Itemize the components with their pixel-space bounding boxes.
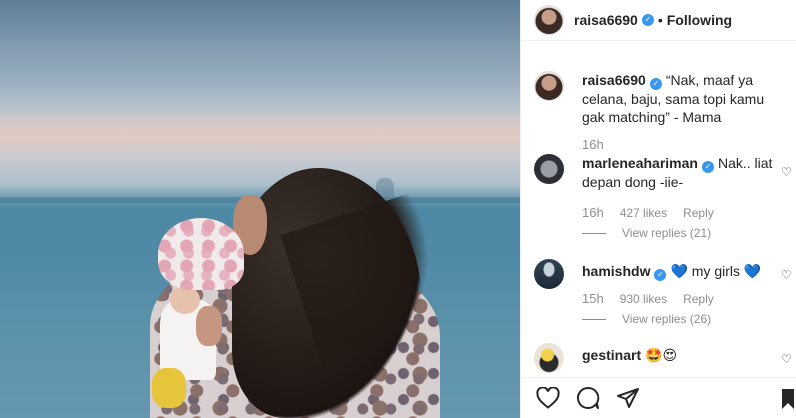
comment-meta: 15h 930 likes Reply: [582, 291, 714, 306]
comment-reply-button[interactable]: Reply: [683, 206, 714, 220]
separator-dot: •: [657, 12, 663, 28]
comment-like-heart-icon[interactable]: ♡: [781, 269, 793, 281]
view-replies[interactable]: View replies (21): [582, 226, 711, 240]
author-username[interactable]: raisa6690: [574, 12, 638, 28]
post-header: raisa6690 ✓ • Following: [521, 0, 796, 41]
heart-icon[interactable]: [535, 385, 561, 411]
comment-username[interactable]: hamishdw: [582, 263, 650, 279]
following-button[interactable]: Following: [667, 12, 732, 28]
comment-time[interactable]: 15h: [582, 291, 604, 306]
caption-username[interactable]: raisa6690: [582, 72, 646, 88]
comment-username[interactable]: marleneahariman: [582, 155, 698, 171]
baby-sun-hat: [158, 218, 244, 290]
caption-time[interactable]: 16h: [582, 137, 604, 152]
comment-row: gestinart 🤩😍 ♡: [534, 343, 796, 373]
comment-username[interactable]: gestinart: [582, 347, 641, 363]
post-photo[interactable]: [0, 0, 520, 418]
comment-time[interactable]: 16h: [582, 205, 604, 220]
verified-badge-icon: ✓: [649, 78, 662, 90]
mother-hand: [196, 306, 222, 346]
caption-body: raisa6690 ✓ “Nak, maaf ya celana, baju, sa…: [582, 71, 782, 126]
comment-row: marleneahariman ✓ Nak.. liat depan dong -i…: [534, 154, 796, 191]
comment-likes[interactable]: 930 likes: [620, 292, 667, 306]
comment-like-heart-icon[interactable]: ♡: [781, 353, 793, 365]
view-replies[interactable]: View replies (26): [582, 312, 711, 326]
share-icon[interactable]: [615, 385, 641, 411]
comment-body: gestinart 🤩😍: [582, 343, 782, 373]
post-side-panel: raisa6690 ✓ • Following raisa6690 ✓ “Nak, …: [520, 0, 796, 418]
commenter-avatar[interactable]: [534, 259, 564, 289]
commenter-avatar[interactable]: [534, 154, 564, 184]
comment-reply-button[interactable]: Reply: [683, 292, 714, 306]
caption-avatar[interactable]: [534, 71, 564, 101]
comment-row: hamishdw ✓ 💙 my girls 💙 ♡: [534, 259, 796, 289]
verified-badge-icon: ✓: [701, 161, 714, 173]
comment-icon[interactable]: [575, 385, 601, 411]
baby-face: [170, 286, 200, 314]
post-action-bar: [521, 377, 796, 418]
view-replies-link[interactable]: View replies (26): [622, 312, 711, 326]
commenter-avatar[interactable]: [534, 343, 564, 373]
replies-divider: [582, 232, 606, 234]
comment-text: 💙 my girls 💙: [670, 263, 762, 279]
replies-divider: [582, 318, 606, 320]
comment-meta: 16h 427 likes Reply: [582, 205, 714, 220]
view-replies-link[interactable]: View replies (21): [622, 226, 711, 240]
caption-row: raisa6690 ✓ “Nak, maaf ya celana, baju, sa…: [534, 71, 796, 126]
comment-likes[interactable]: 427 likes: [620, 206, 667, 220]
comment-text: 🤩😍: [645, 347, 678, 363]
bookmark-icon[interactable]: [781, 388, 795, 410]
caption-meta: 16h: [582, 137, 604, 152]
author-avatar[interactable]: [534, 5, 564, 35]
comment-like-heart-icon[interactable]: ♡: [781, 166, 793, 178]
comment-body: hamishdw ✓ 💙 my girls 💙: [582, 259, 782, 289]
comments-list[interactable]: raisa6690 ✓ “Nak, maaf ya celana, baju, sa…: [521, 41, 796, 377]
verified-badge-icon: ✓: [641, 14, 654, 26]
baby-leg: [152, 368, 186, 408]
verified-badge-icon: ✓: [654, 269, 667, 281]
comment-body: marleneahariman ✓ Nak.. liat depan dong -i…: [582, 154, 782, 191]
